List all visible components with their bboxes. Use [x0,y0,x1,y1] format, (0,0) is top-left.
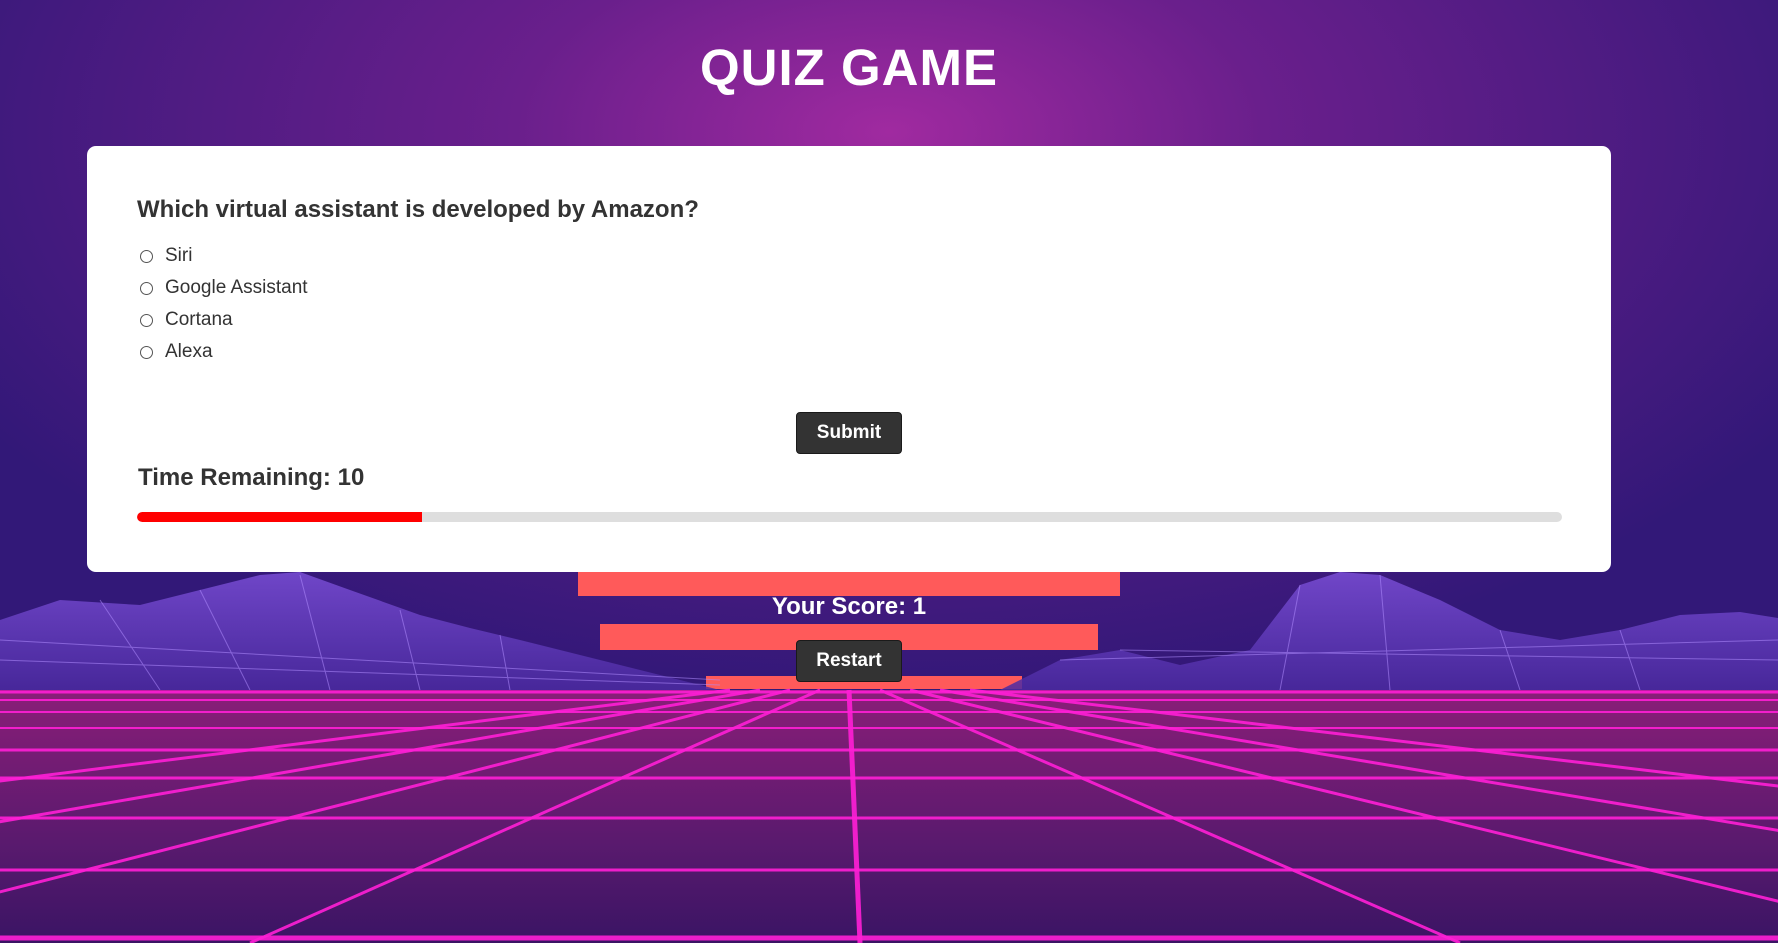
quiz-card: Which virtual assistant is developed by … [87,146,1611,572]
question-text: Which virtual assistant is developed by … [137,196,699,223]
page-title: QUIZ GAME [700,39,998,96]
answer-option-label: Alexa [165,341,213,362]
submit-button[interactable]: Submit [796,412,902,454]
radio-circle-icon[interactable] [140,249,153,263]
radio-circle-icon[interactable] [140,281,153,295]
time-remaining-text: Time Remaining: 10 [138,464,365,491]
radio-circle-icon[interactable] [140,313,153,327]
answer-option-2[interactable]: Google Assistant [137,272,308,304]
answer-option-label: Siri [165,245,193,266]
radio-circle-icon[interactable] [140,345,153,359]
restart-button[interactable]: Restart [796,640,902,682]
time-progress-fill [137,512,422,522]
time-progress-bar [137,512,1562,522]
answer-option-label: Google Assistant [165,277,308,298]
score-text: Your Score: 1 [771,593,927,620]
answer-option-1[interactable]: Siri [137,240,308,272]
answer-option-label: Cortana [165,309,233,330]
answer-option-3[interactable]: Cortana [137,304,308,336]
answer-option-4[interactable]: Alexa [137,336,308,368]
answer-options: Siri Google Assistant Cortana Alexa [137,240,308,368]
